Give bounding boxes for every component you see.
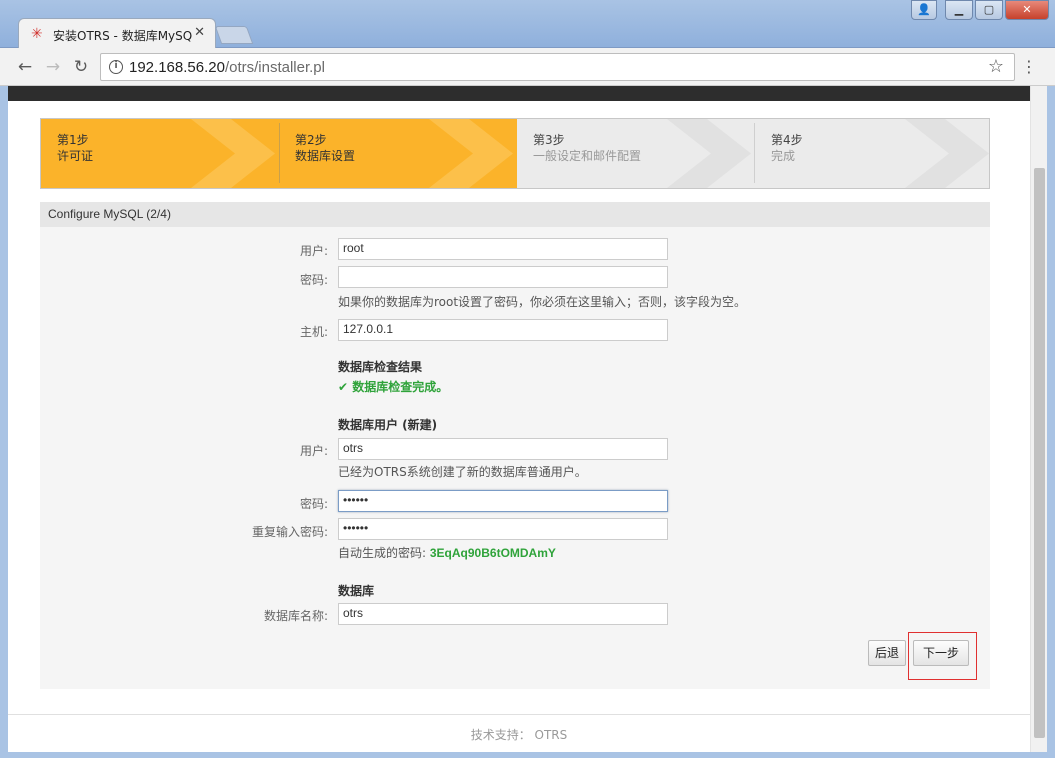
footer-text: 技术支持： OTRS xyxy=(470,728,568,742)
generated-password-label: 自动生成的密码: xyxy=(338,546,427,560)
profile-icon[interactable]: 👤 xyxy=(911,0,937,20)
close-window-button[interactable]: ✕ xyxy=(1005,0,1049,20)
address-bar[interactable]: i 192.168.56.20/otrs/installer.pl ☆ xyxy=(100,53,1015,81)
browser-tab[interactable]: ✳ 安装OTRS - 数据库MySQL ✕ xyxy=(18,18,216,48)
back-arrow-icon[interactable]: ← xyxy=(14,56,36,78)
step-chevron-icon xyxy=(667,119,757,188)
step-chevron-icon xyxy=(905,119,989,188)
checkmark-icon: ✔ xyxy=(338,380,353,394)
tab-close-icon[interactable]: ✕ xyxy=(194,25,205,40)
db-password-repeat-input[interactable]: •••••• xyxy=(338,518,668,540)
browser-menu-icon[interactable]: ⋮ xyxy=(1021,56,1037,78)
bookmark-star-icon[interactable]: ☆ xyxy=(988,56,1004,77)
generated-password: 自动生成的密码: 3EqAq90B6tOMDAmY xyxy=(338,544,556,561)
reload-icon[interactable]: ↻ xyxy=(70,56,92,78)
db-password-label: 密码: xyxy=(299,497,328,511)
url-host: 192.168.56.20 xyxy=(129,59,225,76)
maximize-button[interactable]: ▢ xyxy=(975,0,1003,20)
window-frame-bottom xyxy=(0,752,1055,758)
minimize-button[interactable]: ▁ xyxy=(945,0,973,20)
host-input[interactable]: 127.0.0.1 xyxy=(338,319,668,341)
page-scrollbar[interactable] xyxy=(1030,86,1047,752)
section-header: Configure MySQL (2/4) xyxy=(40,202,990,227)
database-title: 数据库 xyxy=(338,584,375,598)
db-check-result: ✔ 数据库检查完成。 xyxy=(338,378,448,395)
footer-divider xyxy=(8,714,1030,715)
root-password-label: 密码: xyxy=(299,273,328,287)
mysql-config-form: 用户: root 密码: 如果你的数据库为root设置了密码，你必须在这里输入；… xyxy=(40,227,990,689)
db-user-hint: 已经为OTRS系统创建了新的数据库普通用户。 xyxy=(338,465,587,479)
root-user-label: 用户: xyxy=(299,244,328,258)
window-controls: 👤 ▁ ▢ ✕ xyxy=(911,0,1049,20)
page-viewport: 第1步 许可证 第2步 数据库设置 第3步 一般设定和邮件配置 第4步 完成 C… xyxy=(8,86,1030,752)
root-password-input[interactable] xyxy=(338,266,668,288)
browser-toolbar: ← → ↻ i 192.168.56.20/otrs/installer.pl … xyxy=(0,48,1055,86)
otrs-favicon-icon: ✳ xyxy=(31,26,43,42)
browser-titlebar: ✳ 安装OTRS - 数据库MySQL ✕ 👤 ▁ ▢ ✕ xyxy=(0,0,1055,48)
db-name-input[interactable]: otrs xyxy=(338,603,668,625)
root-password-hint: 如果你的数据库为root设置了密码，你必须在这里输入；否则，该字段为空。 xyxy=(338,295,747,309)
db-check-result-text: 数据库检查完成。 xyxy=(352,380,449,394)
step-chevron-icon xyxy=(429,119,519,188)
url-path: /otrs/installer.pl xyxy=(224,59,325,76)
tab-title: 安装OTRS - 数据库MySQL xyxy=(53,29,193,43)
db-user-input[interactable]: otrs xyxy=(338,438,668,460)
next-button-highlight xyxy=(908,632,977,680)
scrollbar-thumb[interactable] xyxy=(1034,168,1045,738)
window-frame-right xyxy=(1047,86,1055,758)
host-label: 主机: xyxy=(299,325,328,339)
back-button[interactable]: 后退 xyxy=(868,640,906,666)
forward-arrow-icon[interactable]: → xyxy=(42,56,64,78)
window-frame-left xyxy=(0,86,8,758)
otrs-header-bar xyxy=(8,86,1030,101)
db-user-label: 用户: xyxy=(299,444,328,458)
db-password-input[interactable]: •••••• xyxy=(338,490,668,512)
step-chevron-icon xyxy=(191,119,281,188)
new-db-user-title: 数据库用户 (新建) xyxy=(338,418,438,432)
url-text: 192.168.56.20/otrs/installer.pl xyxy=(129,59,325,76)
installer-steps: 第1步 许可证 第2步 数据库设置 第3步 一般设定和邮件配置 第4步 完成 xyxy=(40,118,990,189)
info-icon[interactable]: i xyxy=(109,60,123,74)
root-user-input[interactable]: root xyxy=(338,238,668,260)
db-check-title: 数据库检查结果 xyxy=(338,360,423,374)
new-tab-button[interactable] xyxy=(214,26,254,44)
db-name-label: 数据库名称: xyxy=(263,609,328,623)
generated-password-value: 3EqAq90B6tOMDAmY xyxy=(429,546,556,560)
db-password-repeat-label: 重复输入密码: xyxy=(251,525,328,539)
